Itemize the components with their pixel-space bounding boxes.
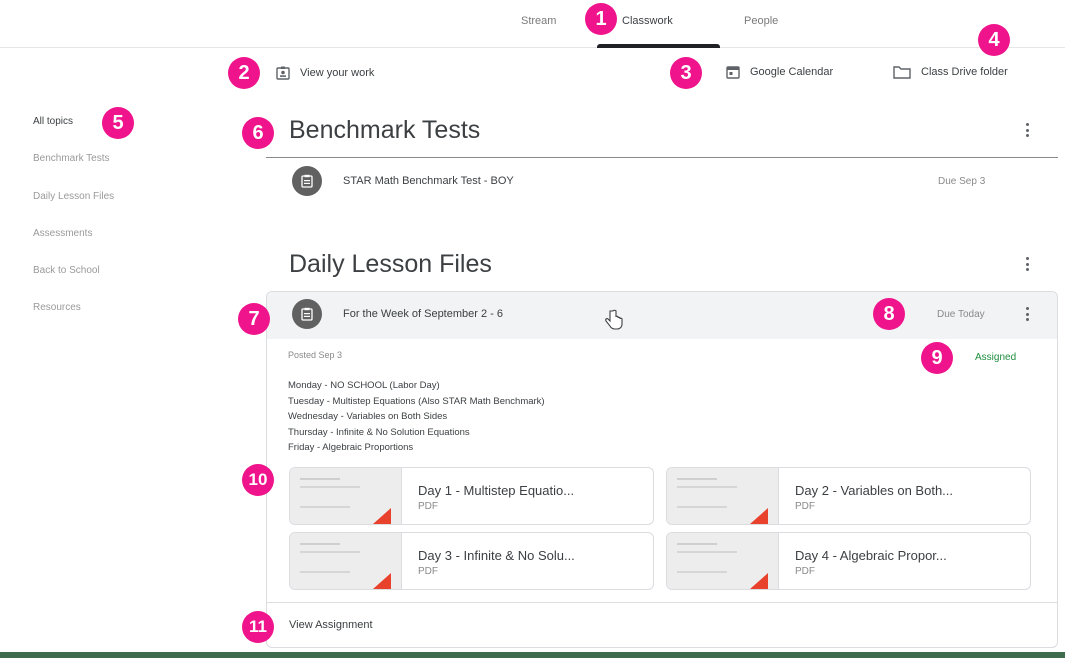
pdf-thumbnail <box>667 533 779 589</box>
callout-badge: 1 <box>585 3 617 35</box>
attachment-card[interactable]: Day 1 - Multistep Equatio... PDF <box>289 467 654 525</box>
attachment-card[interactable]: Day 3 - Infinite & No Solu... PDF <box>289 532 654 590</box>
sidebar-item-all-topics[interactable]: All topics <box>33 116 73 127</box>
attachment-type: PDF <box>418 501 438 512</box>
attachment-title: Day 4 - Algebraic Propor... <box>795 548 947 563</box>
assignment-description: Monday - NO SCHOOL (Labor Day) Tuesday -… <box>288 378 545 456</box>
assignment-icon <box>292 299 322 329</box>
topic-title-benchmark-tests: Benchmark Tests <box>289 116 481 144</box>
description-line: Wednesday - Variables on Both Sides <box>288 411 448 422</box>
attachment-type: PDF <box>418 566 438 577</box>
topic-title-daily-lesson-files: Daily Lesson Files <box>289 250 492 278</box>
class-drive-folder-link[interactable]: Class Drive folder <box>893 65 1008 79</box>
sidebar-item-benchmark-tests[interactable]: Benchmark Tests <box>33 153 110 164</box>
pdf-thumbnail <box>290 468 402 524</box>
attachment-card[interactable]: Day 2 - Variables on Both... PDF <box>666 467 1031 525</box>
callout-badge: 10 <box>242 464 274 496</box>
pdf-thumbnail <box>667 468 779 524</box>
calendar-icon <box>726 66 740 79</box>
topic-divider <box>266 157 1058 158</box>
view-your-work-label: View your work <box>300 67 375 79</box>
bottom-bar <box>0 652 1065 658</box>
attachment-title: Day 1 - Multistep Equatio... <box>418 483 575 498</box>
tab-stream[interactable]: Stream <box>521 15 556 27</box>
class-drive-folder-label: Class Drive folder <box>921 66 1008 78</box>
callout-badge: 5 <box>102 107 134 139</box>
assignment-ind-icon <box>276 66 290 80</box>
pdf-thumbnail <box>290 533 402 589</box>
assignment-icon <box>292 166 322 196</box>
attachment-type: PDF <box>795 566 815 577</box>
sidebar-item-resources[interactable]: Resources <box>33 302 81 313</box>
description-line: Tuesday - Multistep Equations (Also STAR… <box>288 395 545 407</box>
attachment-title: Day 3 - Infinite & No Solu... <box>418 548 575 563</box>
sidebar-item-assessments[interactable]: Assessments <box>33 228 92 239</box>
folder-icon <box>893 66 911 79</box>
hand-cursor-icon <box>605 309 623 330</box>
tab-people[interactable]: People <box>744 15 778 27</box>
callout-badge: 2 <box>228 57 260 89</box>
sidebar-item-daily-lesson-files[interactable]: Daily Lesson Files <box>33 191 114 202</box>
google-calendar-label: Google Calendar <box>750 66 834 78</box>
callout-badge: 11 <box>242 611 274 643</box>
callout-badge: 3 <box>670 57 702 89</box>
callout-badge: 8 <box>873 298 905 330</box>
top-tab-bar: Stream Classwork People <box>0 0 1065 48</box>
tab-classwork[interactable]: Classwork <box>622 15 673 27</box>
more-vert-icon[interactable] <box>1025 307 1029 321</box>
card-footer-divider <box>267 602 1057 603</box>
callout-badge: 9 <box>921 342 953 374</box>
assignment-title-week[interactable]: For the Week of September 2 - 6 <box>343 308 503 320</box>
callout-badge: 4 <box>978 24 1010 56</box>
view-your-work-link[interactable]: View your work <box>276 66 374 80</box>
due-date: Due Today <box>937 309 985 320</box>
more-vert-icon[interactable] <box>1025 123 1029 137</box>
view-assignment-link[interactable]: View Assignment <box>289 619 373 631</box>
active-tab-indicator <box>597 44 720 48</box>
posted-date: Posted Sep 3 <box>288 350 343 360</box>
attachment-type: PDF <box>795 501 815 512</box>
status-badge: Assigned <box>975 352 1017 363</box>
callout-badge: 6 <box>242 117 274 149</box>
description-line: Friday - Algebraic Proportions <box>288 442 414 453</box>
description-line: Monday - NO SCHOOL (Labor Day) <box>288 380 440 391</box>
assignment-title-star-math[interactable]: STAR Math Benchmark Test - BOY <box>343 175 514 187</box>
google-calendar-link[interactable]: Google Calendar <box>726 65 833 79</box>
callout-badge: 7 <box>238 303 270 335</box>
attachment-title: Day 2 - Variables on Both... <box>795 483 954 498</box>
more-vert-icon[interactable] <box>1025 257 1029 271</box>
due-date: Due Sep 3 <box>938 176 986 187</box>
attachment-card[interactable]: Day 4 - Algebraic Propor... PDF <box>666 532 1031 590</box>
description-line: Thursday - Infinite & No Solution Equati… <box>288 426 470 438</box>
sidebar-item-back-to-school[interactable]: Back to School <box>33 265 100 276</box>
